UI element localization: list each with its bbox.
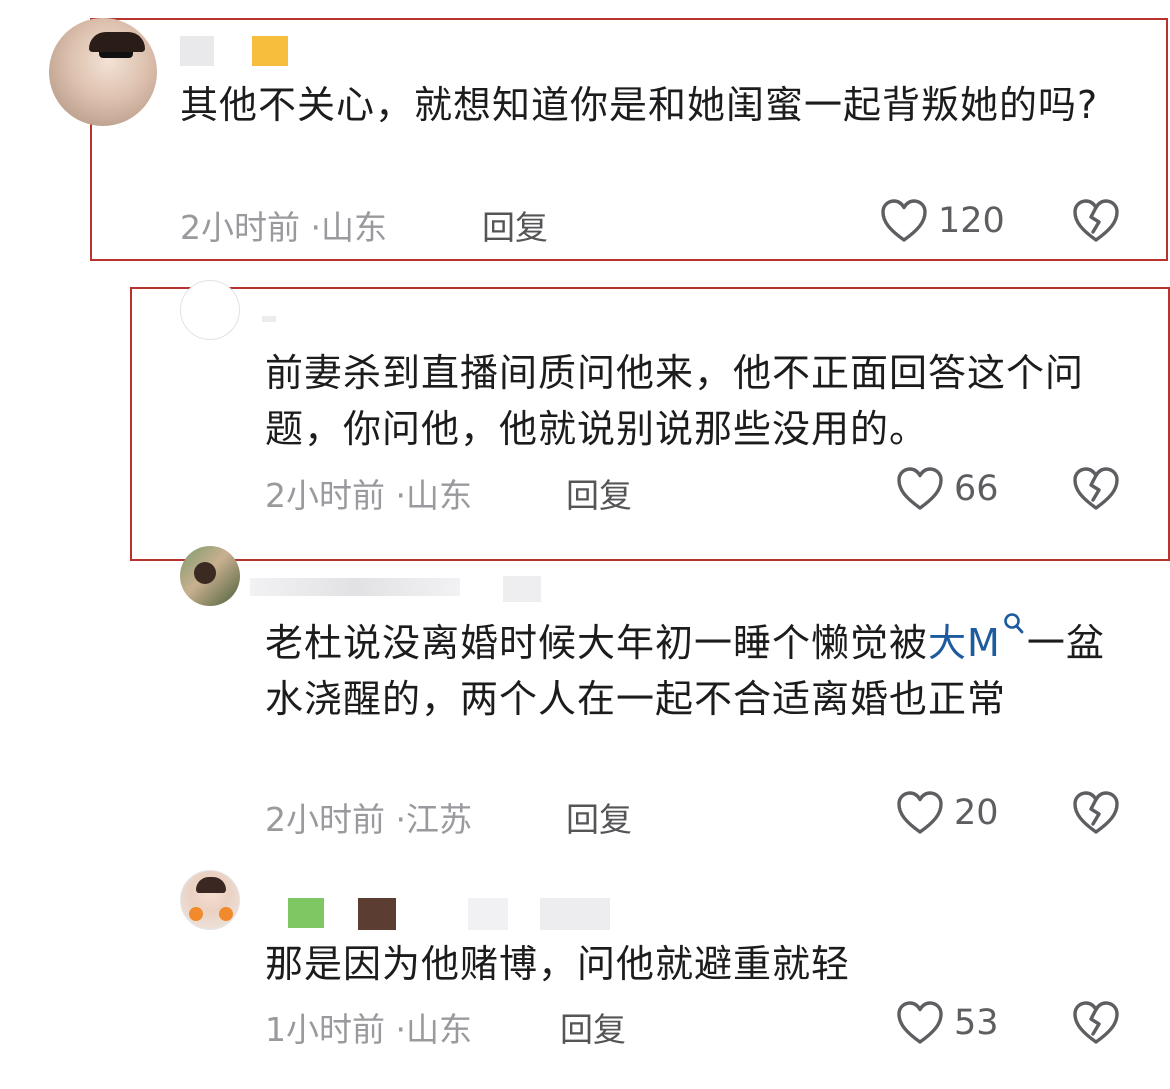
username-blurred <box>288 898 324 928</box>
like-count: 120 <box>938 201 1005 241</box>
comment-text: 老杜说没离婚时候大年初一睡个懒觉被大M 一盆水浇醒的，两个人在一起不合适离婚也正常 <box>265 612 1115 727</box>
meta-separator: · <box>395 800 407 839</box>
avatar[interactable] <box>180 546 240 606</box>
username-blurred <box>503 576 541 602</box>
meta-separator: · <box>310 208 322 247</box>
avatar[interactable] <box>180 870 240 930</box>
broken-heart-icon <box>1073 1001 1119 1044</box>
meta-separator: · <box>395 1010 407 1049</box>
like-button[interactable]: 53 <box>896 1000 999 1046</box>
like-button[interactable]: 20 <box>896 790 999 836</box>
comment-location: 山东 <box>321 208 387 247</box>
username-blurred <box>262 316 276 322</box>
comment-text: 前妻杀到直播间质问他来，他不正面回答这个问题，你问他，他就说别说那些没用的。 <box>265 351 1085 451</box>
comment-location: 江苏 <box>406 800 472 839</box>
comment-time: 2小时前 <box>265 800 385 839</box>
dislike-button[interactable] <box>1072 790 1120 836</box>
meta-separator: · <box>395 476 407 515</box>
comment-time: 2小时前 <box>265 476 385 515</box>
reply-button[interactable]: 回复 <box>566 469 632 517</box>
avatar[interactable] <box>49 18 157 126</box>
reply-button[interactable]: 回复 <box>482 201 548 249</box>
username-blurred <box>250 578 460 596</box>
dislike-button[interactable] <box>1072 466 1120 512</box>
comment-meta: 1小时前 ·山东 <box>265 1003 472 1051</box>
username-blurred <box>358 898 396 930</box>
mention-link[interactable]: 大M <box>928 621 1001 665</box>
like-count: 20 <box>954 793 999 833</box>
like-count: 53 <box>954 1003 999 1043</box>
like-button[interactable]: 66 <box>896 466 999 512</box>
broken-heart-icon <box>1073 199 1119 242</box>
username-blurred <box>180 36 214 66</box>
comment-text-before: 老杜说没离婚时候大年初一睡个懒觉被 <box>265 621 929 665</box>
comment-time: 1小时前 <box>265 1010 385 1049</box>
dislike-button[interactable] <box>1072 198 1120 244</box>
heart-outline-icon <box>897 1001 943 1044</box>
comment-location: 山东 <box>406 476 472 515</box>
comment-meta: 2小时前 ·山东 <box>180 201 387 249</box>
comment-text: 那是因为他赌博，问他就避重就轻 <box>265 942 851 986</box>
username-blurred <box>540 898 610 930</box>
like-button[interactable]: 120 <box>880 198 1005 244</box>
comment-meta: 2小时前 ·江苏 <box>265 793 472 841</box>
avatar[interactable] <box>180 280 240 340</box>
broken-heart-icon <box>1073 467 1119 510</box>
comment-time: 2小时前 <box>180 208 300 247</box>
reply-button[interactable]: 回复 <box>566 793 632 841</box>
dislike-button[interactable] <box>1072 1000 1120 1046</box>
search-icon[interactable] <box>1003 612 1025 636</box>
username-blurred <box>468 898 508 930</box>
like-count: 66 <box>954 469 999 509</box>
heart-outline-icon <box>897 467 943 510</box>
heart-outline-icon <box>897 791 943 834</box>
comment-meta: 2小时前 ·山东 <box>265 469 472 517</box>
reply-button[interactable]: 回复 <box>560 1003 626 1051</box>
comment-text: 其他不关心，就想知道你是和她闺蜜一起背叛她的吗? <box>180 83 1099 127</box>
heart-outline-icon <box>881 199 927 242</box>
broken-heart-icon <box>1073 791 1119 834</box>
comment-location: 山东 <box>406 1010 472 1049</box>
username-blurred <box>252 36 288 66</box>
